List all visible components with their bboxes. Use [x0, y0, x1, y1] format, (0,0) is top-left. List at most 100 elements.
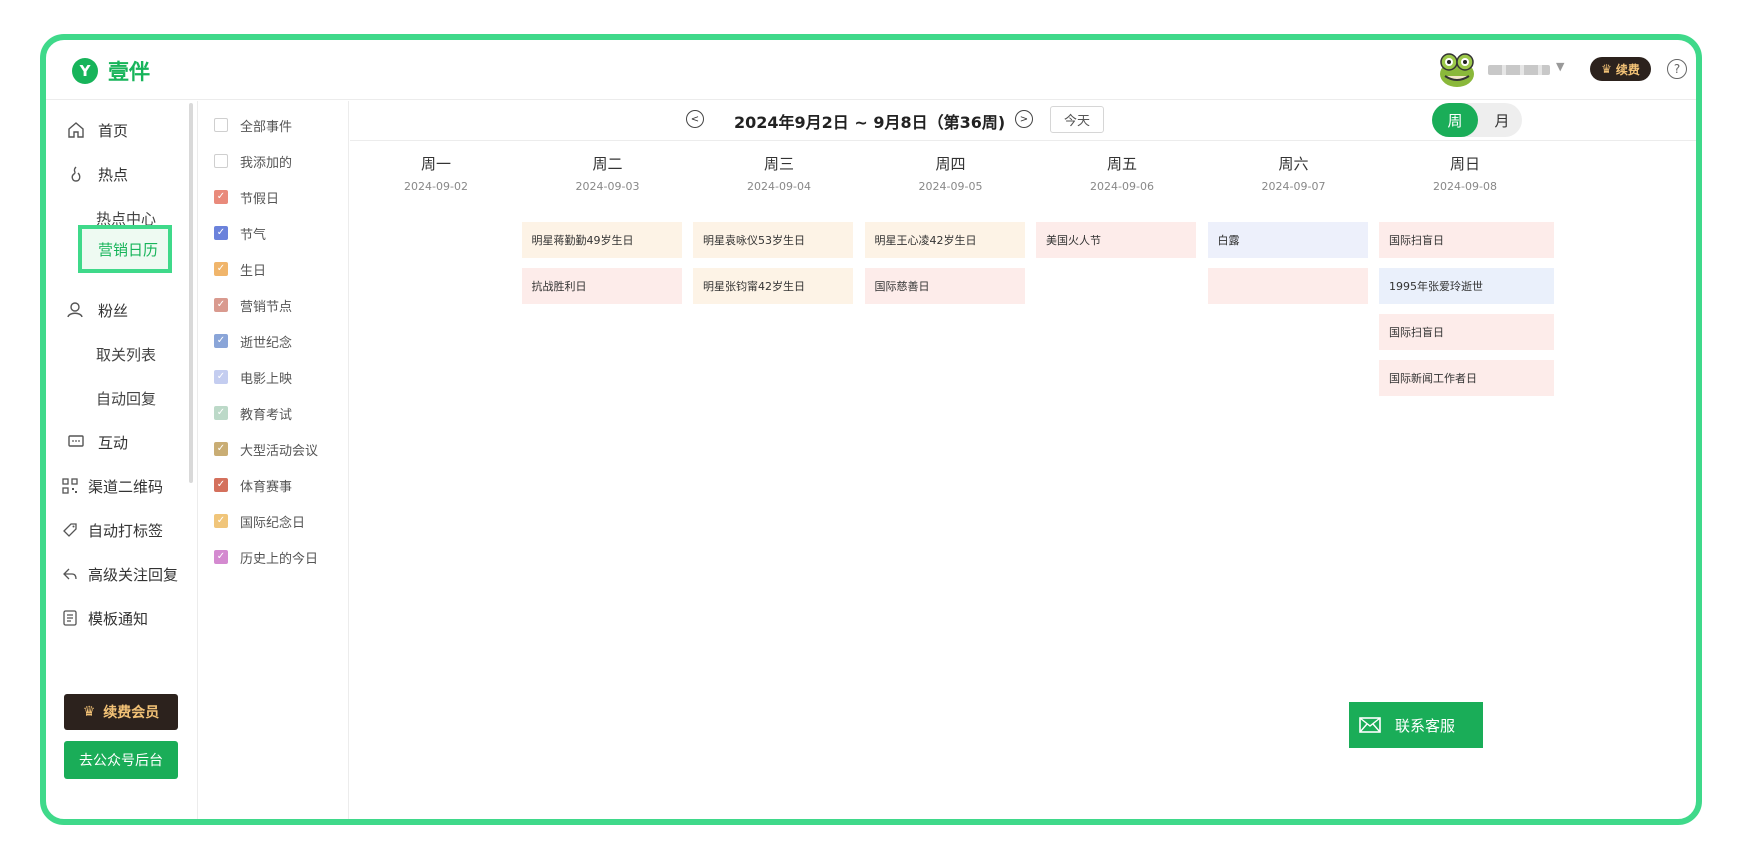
- user-icon: [66, 300, 86, 320]
- sidebar-item-channel-qrcode[interactable]: 渠道二维码: [46, 469, 163, 503]
- sidebar-item-home[interactable]: 首页: [46, 113, 128, 147]
- filter-item[interactable]: ✓ 大型活动会议: [214, 439, 318, 459]
- filter-label: 大型活动会议: [240, 443, 319, 459]
- chevron-down-icon[interactable]: ▼: [1556, 60, 1564, 73]
- filter-item[interactable]: ✓ 生日: [214, 259, 266, 279]
- calendar-event[interactable]: 美国火人节: [1036, 222, 1196, 258]
- checkbox-checked-icon[interactable]: ✓: [214, 370, 228, 384]
- logo-icon: Y: [72, 58, 98, 84]
- calendar-event[interactable]: [1207, 268, 1368, 304]
- day-date: 2024-09-07: [1261, 180, 1326, 193]
- calendar-event[interactable]: 1995年张爱玲逝世: [1379, 268, 1554, 304]
- checkbox-empty-icon[interactable]: [214, 154, 228, 168]
- sidebar-item-advanced-follow-reply[interactable]: 高级关注回复: [46, 557, 178, 591]
- filter-item[interactable]: 我添加的: [214, 151, 292, 171]
- checkbox-checked-icon[interactable]: ✓: [214, 262, 228, 276]
- view-week-button[interactable]: 周: [1432, 103, 1478, 137]
- checkbox-checked-icon[interactable]: ✓: [214, 334, 228, 348]
- filter-item[interactable]: ✓ 节假日: [214, 187, 279, 207]
- sidebar-item-hot[interactable]: 热点: [46, 157, 128, 191]
- filter-label: 教育考试: [240, 407, 293, 423]
- mail-icon: [1359, 717, 1381, 733]
- day-date: 2024-09-02: [404, 180, 468, 193]
- week-title: 2024年9月2日 ~ 9月8日（第36周): [734, 113, 1006, 132]
- day-column: 周六 2024-09-07 白露: [1207, 153, 1380, 304]
- filter-item[interactable]: ✓ 国际纪念日: [214, 511, 305, 531]
- filter-label: 节假日: [240, 191, 280, 207]
- calendar-event[interactable]: 明星袁咏仪53岁生日: [693, 222, 853, 258]
- sidebar-item-label: 自动回复: [96, 389, 157, 408]
- sidebar-item-template-notice[interactable]: 模板通知: [46, 601, 148, 635]
- sidebar-item-label: 取关列表: [96, 345, 157, 364]
- sidebar-item-auto-reply[interactable]: 自动回复: [46, 381, 156, 415]
- customer-service-label: 联系客服: [1395, 716, 1456, 735]
- view-month-button[interactable]: 月: [1482, 103, 1522, 137]
- sidebar-item-label: 粉丝: [98, 301, 129, 320]
- vip-member-button[interactable]: ♛ 续费会员: [64, 694, 178, 730]
- day-name: 周四: [935, 155, 966, 173]
- calendar-event[interactable]: 国际扫盲日: [1379, 314, 1554, 350]
- sidebar: 首页 热点 热点中心 营销日历 粉丝 取关列表 自动回复 互动 渠道二维码 自动…: [46, 101, 198, 819]
- checkbox-checked-icon[interactable]: ✓: [214, 190, 228, 204]
- filter-item[interactable]: ✓ 逝世纪念: [214, 331, 292, 351]
- day-name: 周五: [1106, 155, 1137, 173]
- filter-label: 我添加的: [240, 155, 293, 171]
- view-toggle: 周 月: [1432, 103, 1522, 137]
- calendar-event[interactable]: 明星张钧甯42岁生日: [693, 268, 853, 304]
- sidebar-item-unfollow-list[interactable]: 取关列表: [46, 337, 156, 371]
- sidebar-item-label: 模板通知: [88, 609, 149, 628]
- calendar-event[interactable]: 抗战胜利日: [521, 268, 682, 304]
- filter-item[interactable]: ✓ 电影上映: [214, 367, 292, 387]
- calendar-event[interactable]: 国际慈善日: [864, 268, 1025, 304]
- help-icon[interactable]: ?: [1667, 59, 1687, 79]
- calendar-event[interactable]: 国际扫盲日: [1379, 222, 1554, 258]
- checkbox-empty-icon[interactable]: [214, 118, 228, 132]
- avatar[interactable]: [1437, 50, 1477, 90]
- checkbox-checked-icon[interactable]: ✓: [214, 478, 228, 492]
- vip-member-label: 续费会员: [103, 705, 160, 721]
- filter-item[interactable]: 全部事件: [214, 115, 292, 135]
- app-name: 壹伴: [108, 60, 150, 84]
- filter-item[interactable]: ✓ 历史上的今日: [214, 547, 318, 567]
- sidebar-item-label: 热点: [98, 165, 129, 184]
- checkbox-checked-icon[interactable]: ✓: [214, 514, 228, 528]
- filter-label: 节气: [240, 227, 267, 243]
- chevron-left-icon[interactable]: <: [686, 110, 704, 128]
- checkbox-checked-icon[interactable]: ✓: [214, 226, 228, 240]
- sidebar-scrollbar[interactable]: [189, 103, 193, 483]
- filter-label: 体育赛事: [240, 479, 293, 495]
- go-to-mp-backend-button[interactable]: 去公众号后台: [64, 741, 178, 779]
- calendar-event[interactable]: 明星王心凌42岁生日: [864, 222, 1025, 258]
- app-window: Y 壹伴 ▼ ♛ 续费 ? 首页 热点 热点中心 营销日历 粉丝 取关列表 自动…: [40, 34, 1702, 825]
- day-date: 2024-09-03: [575, 180, 640, 193]
- sidebar-item-label: 自动打标签: [88, 521, 164, 540]
- checkbox-checked-icon[interactable]: ✓: [214, 442, 228, 456]
- checkbox-checked-icon[interactable]: ✓: [214, 406, 228, 420]
- fire-icon: [66, 164, 86, 184]
- calendar-event[interactable]: 国际新闻工作者日: [1379, 360, 1554, 396]
- filter-label: 国际纪念日: [240, 515, 306, 531]
- day-column: 周三 2024-09-04 明星袁咏仪53岁生日 明星张钧甯42岁生日: [693, 153, 865, 304]
- sidebar-item-auto-tag[interactable]: 自动打标签: [46, 513, 163, 547]
- calendar-event[interactable]: 白露: [1207, 222, 1368, 258]
- checkbox-checked-icon[interactable]: ✓: [214, 550, 228, 564]
- today-button[interactable]: 今天: [1050, 106, 1104, 133]
- sidebar-item-fans[interactable]: 粉丝: [46, 293, 128, 327]
- app-logo[interactable]: Y 壹伴: [72, 56, 150, 86]
- calendar-header: < 2024年9月2日 ~ 9月8日（第36周) > 今天 周 月: [350, 101, 1696, 141]
- filter-item[interactable]: ✓ 节气: [214, 223, 266, 243]
- filter-item[interactable]: ✓ 营销节点: [214, 295, 292, 315]
- filter-item[interactable]: ✓ 教育考试: [214, 403, 292, 423]
- filter-item[interactable]: ✓ 体育赛事: [214, 475, 292, 495]
- chevron-right-icon[interactable]: >: [1015, 110, 1033, 128]
- calendar-event[interactable]: 明星蒋勤勤49岁生日: [521, 222, 682, 258]
- checkbox-checked-icon[interactable]: ✓: [214, 298, 228, 312]
- sidebar-item-marketing-calendar[interactable]: 营销日历: [78, 225, 172, 273]
- customer-service-button[interactable]: 联系客服: [1349, 702, 1483, 748]
- sidebar-item-interact[interactable]: 互动: [46, 425, 128, 459]
- sidebar-item-label: 高级关注回复: [88, 565, 179, 584]
- home-icon: [66, 120, 86, 140]
- vip-renew-badge[interactable]: ♛ 续费: [1590, 57, 1651, 81]
- day-date: 2024-09-04: [747, 180, 811, 193]
- username-blurred[interactable]: [1488, 65, 1550, 75]
